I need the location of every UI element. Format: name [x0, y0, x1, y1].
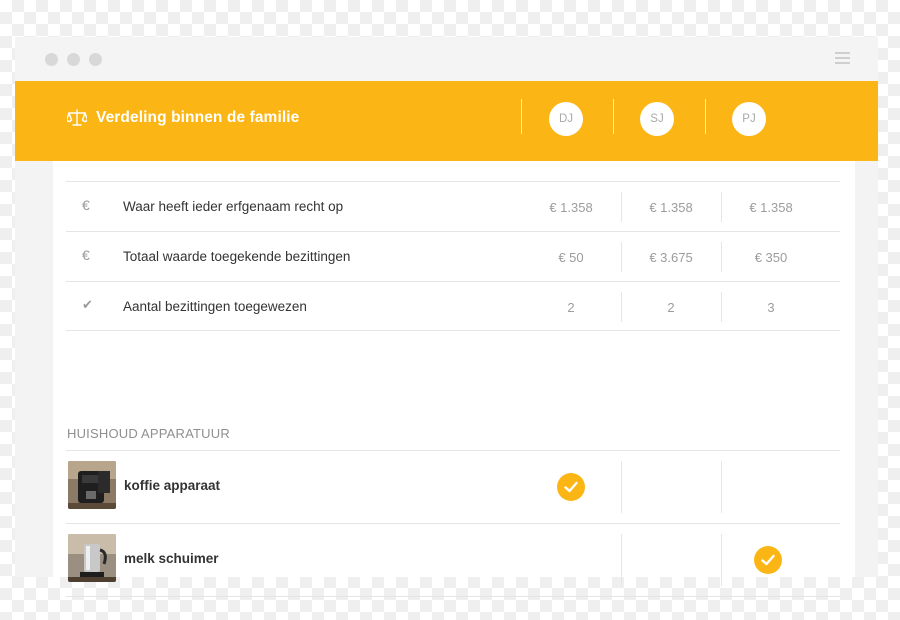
- summary-row-assigned-count: ✔ Aantal bezittingen toegewezen 2 2 3: [66, 281, 840, 331]
- euro-icon: €: [82, 197, 90, 213]
- header-divider: [705, 99, 706, 134]
- assigned-check-icon[interactable]: [754, 546, 782, 574]
- summary-label: Aantal bezittingen toegewezen: [123, 299, 307, 314]
- distribution-content: € Waar heeft ieder erfgenaam recht op € …: [53, 161, 855, 597]
- summary-row-entitlement: € Waar heeft ieder erfgenaam recht op € …: [66, 181, 840, 231]
- item-label: koffie apparaat: [124, 478, 221, 493]
- check-icon: ✔: [82, 297, 93, 312]
- item-label: melk schuimer: [124, 551, 219, 566]
- heir-avatar-pj[interactable]: PJ: [732, 102, 766, 136]
- distribution-header: Verdeling binnen de familie DJ SJ PJ: [15, 81, 878, 161]
- header-divider: [521, 99, 522, 134]
- euro-icon: €: [82, 247, 90, 263]
- summary-value-pj: € 350: [754, 249, 788, 265]
- list-bottom-divider: [66, 596, 840, 597]
- assigned-check-icon[interactable]: [557, 473, 585, 501]
- window-close-control[interactable]: [45, 53, 58, 66]
- summary-value-dj: 2: [567, 299, 575, 315]
- window-titlebar: [15, 37, 878, 81]
- column-divider: [721, 534, 722, 586]
- milk-frother-photo: [68, 534, 116, 582]
- summary-label: Totaal waarde toegekende bezittingen: [123, 249, 351, 264]
- summary-row-total-value: € Totaal waarde toegekende bezittingen €…: [66, 231, 840, 281]
- page-title: Verdeling binnen de familie: [96, 109, 300, 126]
- summary-value-dj: € 50: [558, 249, 584, 265]
- hamburger-icon[interactable]: [835, 52, 850, 65]
- column-divider: [721, 461, 722, 513]
- header-divider: [613, 99, 614, 134]
- window-minimize-control[interactable]: [67, 53, 80, 66]
- summary-label: Waar heeft ieder erfgenaam recht op: [123, 199, 344, 214]
- app-window: Verdeling binnen de familie DJ SJ PJ € W…: [15, 37, 878, 597]
- summary-value-sj: € 1.358: [649, 199, 693, 215]
- column-divider: [621, 461, 622, 513]
- summary-value-dj: € 1.358: [549, 199, 593, 215]
- summary-value-sj: € 3.675: [649, 249, 693, 265]
- heir-avatar-sj[interactable]: SJ: [640, 102, 674, 136]
- summary-value-pj: € 1.358: [749, 199, 793, 215]
- heir-avatar-dj[interactable]: DJ: [549, 102, 583, 136]
- summary-value-pj: 3: [767, 299, 775, 315]
- coffee-machine-photo: [68, 461, 116, 509]
- item-row-milk-frother[interactable]: melk schuimer: [66, 523, 840, 597]
- scale-icon: [67, 109, 87, 126]
- column-divider: [621, 534, 622, 586]
- window-maximize-control[interactable]: [89, 53, 102, 66]
- item-row-coffee-machine[interactable]: koffie apparaat: [66, 450, 840, 524]
- section-title: HUISHOUD APPARATUUR: [67, 426, 230, 441]
- summary-value-sj: 2: [667, 299, 675, 315]
